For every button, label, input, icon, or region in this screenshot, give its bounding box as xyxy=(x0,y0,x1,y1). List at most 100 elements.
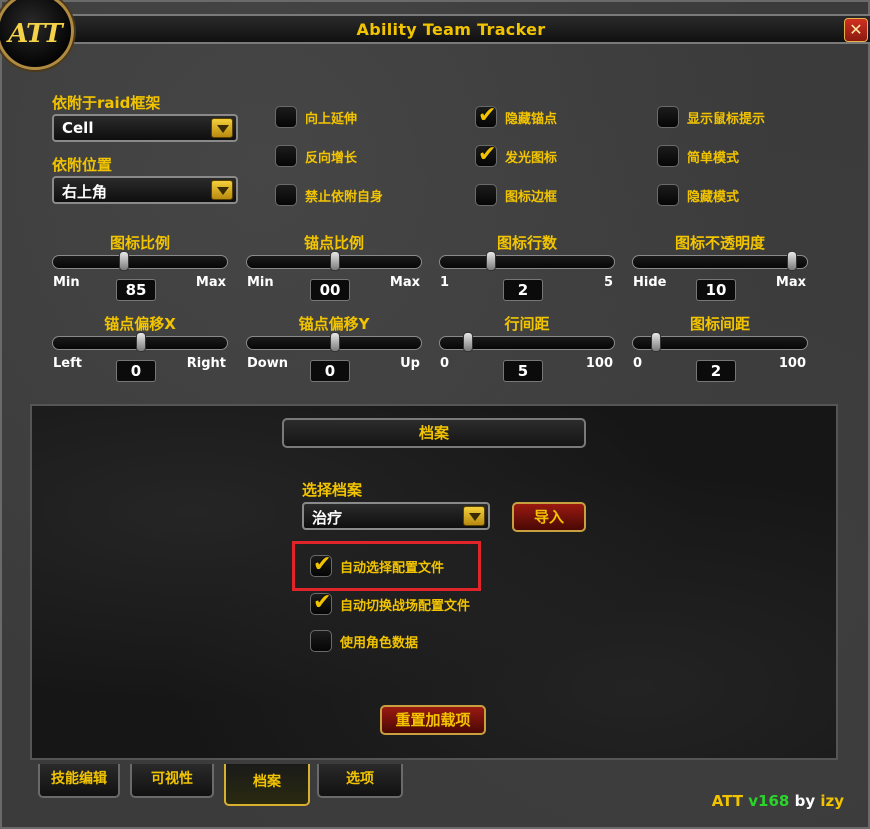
tab-skill-edit[interactable]: 技能编辑 xyxy=(38,764,120,798)
checkbox-box[interactable]: ✔ xyxy=(310,552,332,577)
icon-rows-slider[interactable] xyxy=(439,251,615,271)
checkbox-box[interactable] xyxy=(657,106,679,128)
auto-select-profile-label: 自动选择配置文件 xyxy=(340,561,445,576)
icon-opacity-value-input[interactable]: 10 xyxy=(696,279,736,301)
attach-position-dropdown[interactable]: 右上角 xyxy=(52,176,238,204)
slider-thumb[interactable] xyxy=(463,332,473,352)
window-title: Ability Team Tracker xyxy=(356,20,546,39)
slider-thumb[interactable] xyxy=(330,251,340,271)
row-spacing-slider[interactable] xyxy=(439,332,615,352)
show-tooltip-label: 显示鼠标提示 xyxy=(687,112,766,127)
chevron-down-icon[interactable] xyxy=(211,118,233,138)
slider-thumb[interactable] xyxy=(787,251,797,271)
anchor-offset-y-min-label: Down xyxy=(247,356,288,371)
checkbox-box[interactable]: ✔ xyxy=(475,142,497,167)
auto-switch-bg-profile-label: 自动切换战场配置文件 xyxy=(340,599,471,614)
anchor-offset-y-max-label: Up xyxy=(400,356,420,371)
logo-text: ATT xyxy=(8,19,63,49)
tab-visibility[interactable]: 可视性 xyxy=(130,764,214,798)
checkbox-box[interactable]: ✔ xyxy=(310,590,332,615)
reverse-grow-label: 反向增长 xyxy=(305,151,358,166)
close-icon: ✕ xyxy=(849,20,863,39)
anchor-offset-y-value-input[interactable]: 0 xyxy=(310,360,350,382)
icon-scale-min-label: Min xyxy=(53,275,80,290)
slider-thumb[interactable] xyxy=(486,251,496,271)
import-button[interactable]: 导入 xyxy=(512,502,586,532)
icon-opacity-slider[interactable] xyxy=(632,251,808,271)
attach-position-value: 右上角 xyxy=(62,183,108,201)
icon-rows-max-label: 5 xyxy=(603,275,613,290)
icon-scale-value-input[interactable]: 85 xyxy=(116,279,156,301)
reset-addon-button[interactable]: 重置加载项 xyxy=(380,705,486,735)
icon-opacity-title: 图标不透明度 xyxy=(674,234,765,252)
chevron-down-icon[interactable] xyxy=(463,506,485,526)
checkbox-box[interactable] xyxy=(275,145,297,167)
anchor-scale-title: 锚点比例 xyxy=(303,234,364,252)
footer-version: v168 xyxy=(748,792,790,810)
chevron-down-icon[interactable] xyxy=(211,180,233,200)
slider-thumb[interactable] xyxy=(136,332,146,352)
checkbox-box[interactable] xyxy=(657,145,679,167)
checkbox-box[interactable] xyxy=(657,184,679,206)
tab-profile[interactable]: 档案 xyxy=(224,764,310,806)
attach-position-label: 依附位置 xyxy=(52,156,113,174)
checkmark-icon: ✔ xyxy=(313,590,332,615)
slider-thumb[interactable] xyxy=(330,332,340,352)
footer-credit: ATT v168 by izy xyxy=(712,792,844,810)
row-spacing-title: 行间距 xyxy=(504,315,550,333)
attach-frame-dropdown[interactable]: Cell xyxy=(52,114,238,142)
addon-window: Ability Team Tracker ✕ ATT 依附于raid框架 Cel… xyxy=(0,0,870,829)
anchor-scale-max-label: Max xyxy=(389,275,420,290)
icon-rows-title: 图标行数 xyxy=(496,234,557,252)
attach-frame-label: 依附于raid框架 xyxy=(52,94,161,112)
simple-mode-label: 简单模式 xyxy=(687,151,740,166)
icon-rows-min-label: 1 xyxy=(440,275,450,290)
icon-rows-value-input[interactable]: 2 xyxy=(503,279,543,301)
icon-scale-slider[interactable] xyxy=(52,251,228,271)
icon-spacing-slider[interactable] xyxy=(632,332,808,352)
row-spacing-min-label: 0 xyxy=(440,356,450,371)
row-spacing-value-input[interactable]: 5 xyxy=(503,360,543,382)
anchor-offset-x-title: 锚点偏移X xyxy=(104,315,176,333)
footer-author: izy xyxy=(820,792,844,810)
checkmark-icon: ✔ xyxy=(313,552,332,577)
profile-dropdown[interactable]: 治疗 xyxy=(302,502,490,530)
close-button[interactable]: ✕ xyxy=(844,18,868,42)
icon-spacing-max-label: 100 xyxy=(778,356,806,371)
checkbox-box[interactable]: ✔ xyxy=(475,103,497,128)
anchor-offset-x-min-label: Left xyxy=(53,356,82,371)
title-bar[interactable]: Ability Team Tracker ✕ xyxy=(28,14,870,44)
anchor-offset-x-max-label: Right xyxy=(186,356,226,371)
hide-anchor-label: 隐藏锚点 xyxy=(505,112,558,127)
disable-self-attach-label: 禁止依附自身 xyxy=(305,190,384,205)
hidden-mode-label: 隐藏模式 xyxy=(687,190,740,205)
tab-options[interactable]: 选项 xyxy=(317,764,403,798)
icon-spacing-value-input[interactable]: 2 xyxy=(696,360,736,382)
checkbox-box[interactable] xyxy=(310,630,332,652)
anchor-offset-x-slider[interactable] xyxy=(52,332,228,352)
icon-border-label: 图标边框 xyxy=(505,190,558,205)
slider-thumb[interactable] xyxy=(651,332,661,352)
anchor-scale-min-label: Min xyxy=(247,275,274,290)
icon-spacing-min-label: 0 xyxy=(633,356,643,371)
icon-opacity-max-label: Max xyxy=(775,275,806,290)
glow-icon-label: 发光图标 xyxy=(505,151,558,166)
checkmark-icon: ✔ xyxy=(478,103,497,128)
anchor-scale-slider[interactable] xyxy=(246,251,422,271)
icon-spacing-title: 图标间距 xyxy=(689,315,750,333)
icon-opacity-min-label: Hide xyxy=(633,275,667,290)
anchor-offset-y-slider[interactable] xyxy=(246,332,422,352)
attach-frame-value: Cell xyxy=(62,119,94,137)
profile-select-label: 选择档案 xyxy=(302,481,363,499)
checkbox-box[interactable] xyxy=(475,184,497,206)
anchor-offset-y-title: 锚点偏移Y xyxy=(298,315,370,333)
footer-by: by xyxy=(794,792,816,810)
checkbox-box[interactable] xyxy=(275,184,297,206)
anchor-scale-value-input[interactable]: 00 xyxy=(310,279,350,301)
icon-scale-title: 图标比例 xyxy=(109,234,170,252)
slider-thumb[interactable] xyxy=(119,251,129,271)
anchor-offset-x-value-input[interactable]: 0 xyxy=(116,360,156,382)
checkmark-icon: ✔ xyxy=(478,142,497,167)
profile-value: 治疗 xyxy=(312,509,343,527)
checkbox-box[interactable] xyxy=(275,106,297,128)
